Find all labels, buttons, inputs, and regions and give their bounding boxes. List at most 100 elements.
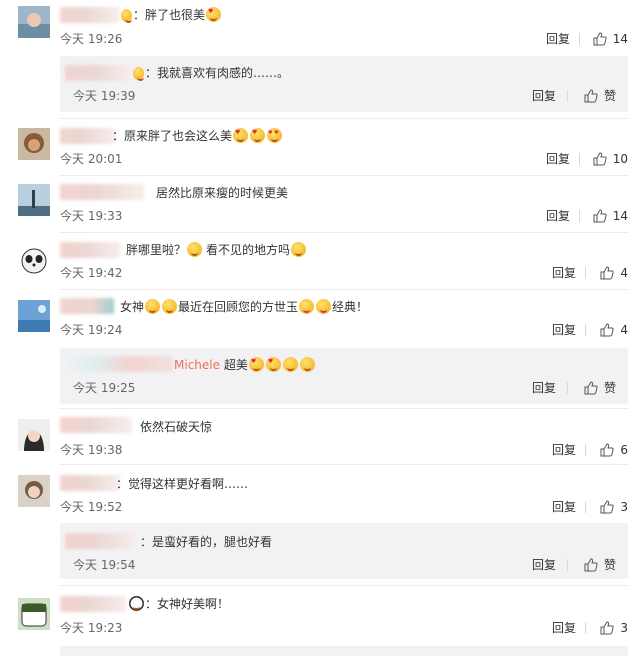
like-button[interactable]: 赞 <box>584 557 616 573</box>
like-button[interactable]: 14 <box>593 208 628 224</box>
avatar[interactable] <box>18 475 50 507</box>
comment-text: ：胖了也很美 <box>120 7 222 23</box>
comment-text: ：是蛮好看的，腿也好看 <box>140 534 272 550</box>
smile-emoji-icon <box>145 299 161 314</box>
comment-time: 今天 19:42 <box>60 266 123 280</box>
avatar-image <box>18 475 50 507</box>
like-button[interactable]: 4 <box>600 265 628 281</box>
comment-text: 胖哪里啦？ 看不见的地方吗 <box>126 242 307 258</box>
panda-emoji-icon <box>129 596 144 611</box>
comment-text: 依然石破天惊 <box>140 419 212 435</box>
reply-button[interactable]: 回复 <box>546 208 570 224</box>
like-button[interactable]: 3 <box>600 499 628 515</box>
comment-time: 今天 19:52 <box>60 500 123 514</box>
like-button[interactable]: 4 <box>600 322 628 338</box>
comment-text: 居然比原来瘦的时候更美 <box>156 185 288 201</box>
comment-time: 今天 19:23 <box>60 621 123 635</box>
avatar-image <box>18 128 50 160</box>
emoji-icon <box>133 67 144 81</box>
username-blurred[interactable] <box>60 475 120 491</box>
tongue-emoji-icon <box>299 299 315 314</box>
username-blurred[interactable] <box>60 128 116 144</box>
reply-button[interactable]: 回复 <box>546 151 570 167</box>
like-button[interactable]: 赞 <box>584 88 616 104</box>
username-blurred[interactable] <box>65 65 133 81</box>
heart-eyes-emoji-icon <box>206 7 222 22</box>
comment-text: 女神 最近在回顾您的方世玉 经典！ <box>120 299 368 315</box>
divider <box>567 90 568 102</box>
like-button[interactable]: 赞 <box>584 380 616 396</box>
like-count: 4 <box>620 323 628 337</box>
comment-time: 今天 19:33 <box>60 209 123 223</box>
heart-emoji-icon <box>265 357 281 372</box>
pray-emoji-icon <box>282 357 298 372</box>
comment-time: 今天 19:54 <box>73 558 136 572</box>
reply-button[interactable]: 回复 <box>552 499 576 515</box>
like-count: 3 <box>620 500 628 514</box>
avatar[interactable] <box>18 300 50 332</box>
username-blurred[interactable] <box>60 417 132 433</box>
like-button[interactable]: 10 <box>593 151 628 167</box>
reply-button[interactable]: 回复 <box>532 557 556 573</box>
comment-text: ：原来胖了也会这么美 <box>112 128 283 144</box>
comment-body: 居然比原来瘦的时候更美 <box>156 186 289 200</box>
divider <box>585 267 586 279</box>
divider <box>585 444 586 456</box>
username-blurred[interactable] <box>60 596 126 612</box>
avatar-image <box>18 300 50 332</box>
reply-button[interactable]: 回复 <box>552 322 576 338</box>
username-blurred[interactable] <box>65 533 137 549</box>
sub-reply-box: ：我就喜欢有肉感的……。 今天 19:39 回复 赞 <box>60 56 628 112</box>
avatar[interactable] <box>18 6 50 38</box>
avatar[interactable] <box>18 184 50 216</box>
thinking-emoji-icon <box>187 242 203 257</box>
like-count: 3 <box>620 621 628 635</box>
kiss-emoji-icon <box>267 128 283 143</box>
comment-body: ：是蛮好看的，腿也好看 <box>140 535 273 549</box>
like-button[interactable]: 14 <box>593 31 628 47</box>
username-blurred[interactable] <box>60 184 144 200</box>
username-blurred[interactable] <box>60 7 120 23</box>
avatar[interactable] <box>18 419 50 451</box>
divider <box>579 33 580 45</box>
comment-body: 依然石破天惊 <box>140 420 213 434</box>
reply-button[interactable]: 回复 <box>552 265 576 281</box>
comment-body: 经典！ <box>332 300 369 314</box>
comment-body: 看不见的地方吗 <box>206 243 291 257</box>
mention-name[interactable]: Michele <box>174 358 220 372</box>
avatar[interactable] <box>18 128 50 160</box>
reply-button[interactable]: 回复 <box>532 88 556 104</box>
divider <box>585 622 586 634</box>
comment-item: 胖哪里啦？ 看不见的地方吗 今天 19:42 回复 4 <box>0 233 640 289</box>
reply-button[interactable]: 回复 <box>532 380 556 396</box>
comment-body: 女神 <box>120 300 145 314</box>
divider <box>579 153 580 165</box>
comment-item: 居然比原来瘦的时候更美 今天 19:33 回复 14 <box>0 176 640 232</box>
avatar[interactable] <box>18 243 50 275</box>
thumbs-up-icon <box>584 558 598 572</box>
thumbs-up-icon <box>600 266 615 280</box>
comment-item: ：觉得这样更好看啊…… 今天 19:52 回复 3 <box>0 465 640 521</box>
divider <box>585 324 586 336</box>
username-blurred[interactable] <box>65 356 173 372</box>
thumbs-up-icon <box>593 32 607 46</box>
username-blurred[interactable] <box>60 242 120 258</box>
like-count: 10 <box>612 152 628 166</box>
username-blurred[interactable] <box>60 298 114 314</box>
like-button[interactable]: 6 <box>600 442 628 458</box>
thumbs-up-icon <box>593 209 607 223</box>
sub-reply-box <box>60 646 628 656</box>
grin-emoji-icon <box>291 242 307 257</box>
comment-text: Michele 超美 <box>174 357 316 373</box>
thumbs-up-icon <box>584 89 598 103</box>
reply-button[interactable]: 回复 <box>546 31 570 47</box>
heart-emoji-icon <box>248 357 264 372</box>
thumbs-up-icon <box>600 323 615 337</box>
sub-reply-box: Michele 超美 今天 19:25 回复 赞 <box>60 348 628 404</box>
comment-time: 今天 19:39 <box>73 89 136 103</box>
like-button[interactable]: 3 <box>600 620 628 636</box>
reply-button[interactable]: 回复 <box>552 442 576 458</box>
reply-button[interactable]: 回复 <box>552 620 576 636</box>
comment-item: ：原来胖了也会这么美 今天 20:01 回复 10 <box>0 120 640 176</box>
avatar[interactable] <box>18 598 50 630</box>
